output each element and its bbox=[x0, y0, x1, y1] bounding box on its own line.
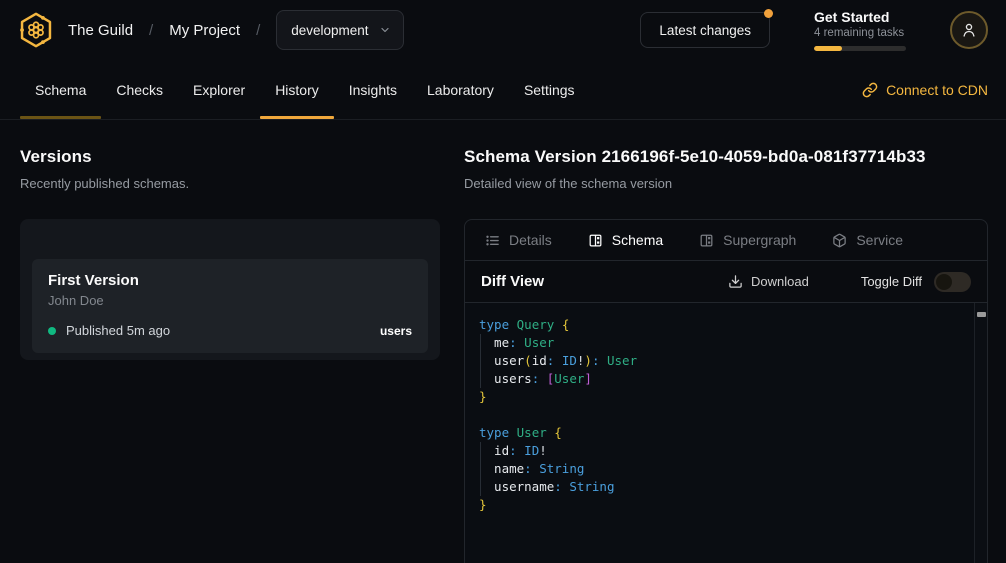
breadcrumb-separator: / bbox=[256, 22, 260, 39]
code-scrollbar[interactable] bbox=[974, 303, 987, 563]
get-started-subtitle: 4 remaining tasks bbox=[814, 27, 906, 39]
tab-service[interactable]: Service bbox=[832, 232, 903, 248]
breadcrumb: The Guild / My Project / bbox=[68, 22, 260, 39]
project-navbar: Schema Checks Explorer History Insights … bbox=[0, 60, 1006, 120]
target-selector-value: development bbox=[291, 23, 368, 38]
version-list-item[interactable]: First Version John Doe Published 5m ago … bbox=[32, 259, 428, 353]
version-status: Published 5m ago bbox=[66, 323, 170, 338]
detail-tabbar: Details Schema Supergr bbox=[465, 220, 987, 261]
schema-code-view: type Query { me: User user(id: ID!): Use… bbox=[465, 303, 987, 563]
chevron-down-icon bbox=[379, 24, 391, 36]
cube-icon bbox=[832, 233, 847, 248]
nav-tab-explorer[interactable]: Explorer bbox=[178, 60, 260, 119]
connect-to-cdn-label: Connect to CDN bbox=[886, 82, 988, 98]
diff-view-title: Diff View bbox=[481, 273, 544, 290]
download-icon bbox=[728, 274, 743, 289]
diff-view-header: Diff View Download Toggle Diff bbox=[465, 261, 987, 303]
scrollbar-thumb[interactable] bbox=[977, 312, 986, 317]
download-button[interactable]: Download bbox=[728, 274, 809, 289]
latest-changes-button[interactable]: Latest changes bbox=[640, 12, 770, 48]
hive-honeycomb-logo-icon[interactable] bbox=[16, 10, 56, 50]
version-detail-panel: Schema Version 2166196f-5e10-4059-bd0a-0… bbox=[464, 147, 988, 563]
list-icon bbox=[485, 233, 500, 248]
target-selector[interactable]: development bbox=[276, 10, 403, 50]
version-author: John Doe bbox=[48, 293, 412, 308]
nav-tab-checks[interactable]: Checks bbox=[101, 60, 178, 119]
tab-details[interactable]: Details bbox=[485, 232, 552, 248]
nav-tab-insights[interactable]: Insights bbox=[334, 60, 412, 119]
connect-to-cdn-link[interactable]: Connect to CDN bbox=[862, 60, 988, 119]
versions-panel: Versions Recently published schemas. Fir… bbox=[20, 147, 440, 563]
user-avatar[interactable] bbox=[950, 11, 988, 49]
schema-version-subtitle: Detailed view of the schema version bbox=[464, 176, 988, 191]
nav-tab-settings[interactable]: Settings bbox=[509, 60, 590, 119]
indent-guide bbox=[480, 442, 481, 496]
download-label: Download bbox=[751, 274, 809, 289]
breadcrumb-org[interactable]: The Guild bbox=[68, 22, 133, 39]
tab-schema[interactable]: Schema bbox=[588, 232, 663, 248]
versions-title: Versions bbox=[20, 147, 440, 167]
toggle-diff-label: Toggle Diff bbox=[861, 274, 922, 289]
person-icon bbox=[960, 21, 978, 39]
schema-version-title: Schema Version 2166196f-5e10-4059-bd0a-0… bbox=[464, 147, 988, 167]
published-dot-icon bbox=[48, 327, 56, 335]
code-block[interactable]: type Query { me: User user(id: ID!): Use… bbox=[465, 303, 974, 563]
versions-list-card: First Version John Doe Published 5m ago … bbox=[20, 219, 440, 360]
app-header: The Guild / My Project / development Lat… bbox=[0, 0, 1006, 60]
toggle-diff-switch[interactable] bbox=[934, 272, 971, 292]
nav-tab-laboratory[interactable]: Laboratory bbox=[412, 60, 509, 119]
service-badge: users bbox=[380, 324, 412, 338]
indent-guide bbox=[480, 334, 481, 388]
version-title: First Version bbox=[48, 272, 412, 289]
versions-subtitle: Recently published schemas. bbox=[20, 176, 440, 191]
columns-icon bbox=[699, 233, 714, 248]
get-started-progressbar bbox=[814, 46, 906, 51]
columns-icon bbox=[588, 233, 603, 248]
progress-fill bbox=[814, 46, 842, 51]
toggle-knob bbox=[936, 274, 952, 290]
breadcrumb-separator: / bbox=[149, 22, 153, 39]
breadcrumb-project[interactable]: My Project bbox=[169, 22, 240, 39]
notification-dot bbox=[764, 9, 773, 18]
latest-changes-label: Latest changes bbox=[659, 23, 751, 38]
tab-supergraph[interactable]: Supergraph bbox=[699, 232, 796, 248]
link-icon bbox=[862, 82, 878, 98]
get-started-title: Get Started bbox=[814, 9, 906, 27]
nav-tab-schema[interactable]: Schema bbox=[20, 60, 101, 119]
main-content: Versions Recently published schemas. Fir… bbox=[0, 120, 1006, 563]
get-started-widget[interactable]: Get Started 4 remaining tasks bbox=[814, 9, 906, 52]
nav-tab-history[interactable]: History bbox=[260, 60, 334, 119]
schema-detail-card: Details Schema Supergr bbox=[464, 219, 988, 563]
version-status-row: Published 5m ago users bbox=[48, 323, 412, 338]
